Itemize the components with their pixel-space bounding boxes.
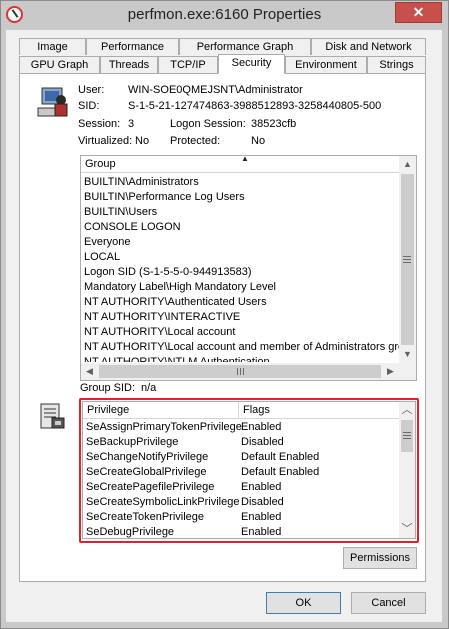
privilege-icon: [38, 402, 68, 432]
logon-session-label: Logon Session:: [170, 118, 246, 130]
group-header-label: Group: [85, 158, 116, 170]
logon-session-value: 38523cfb: [251, 118, 297, 130]
grip-icon: [240, 368, 241, 375]
group-sid-value: n/a: [141, 382, 157, 394]
tab-security[interactable]: Security: [218, 54, 285, 74]
grip-icon: [403, 259, 411, 260]
sort-ascending-icon: ▲: [241, 155, 249, 163]
session-label: Session:: [78, 118, 121, 130]
list-item[interactable]: CONSOLE LOGON: [84, 221, 181, 233]
protected-value: No: [251, 135, 266, 147]
permissions-button[interactable]: Permissions: [343, 547, 417, 569]
list-item[interactable]: Logon SID (S-1-5-5-0-944913583): [84, 266, 252, 278]
tab-disk-and-network[interactable]: Disk and Network: [311, 38, 426, 55]
tab-threads[interactable]: Threads: [100, 56, 158, 73]
list-item[interactable]: NT AUTHORITY\Local account: [84, 326, 235, 338]
window-title: perfmon.exe:6160 Properties: [127, 6, 322, 23]
ok-button[interactable]: OK: [266, 592, 341, 614]
tab-strings[interactable]: Strings: [367, 56, 426, 73]
tab-gpu-graph[interactable]: GPU Graph: [19, 56, 100, 73]
list-item[interactable]: Mandatory Label\High Mandatory Level: [84, 281, 276, 293]
scroll-right-icon[interactable]: ▶: [382, 363, 399, 380]
list-item[interactable]: Everyone: [84, 236, 130, 248]
group-list[interactable]: Group ▲ BUILTIN\Administrators BUILTIN\P…: [80, 155, 417, 381]
tab-performance[interactable]: Performance: [86, 38, 179, 55]
scroll-thumb[interactable]: [401, 174, 414, 345]
tab-environment[interactable]: Environment: [285, 56, 367, 73]
grip-icon: [403, 256, 411, 257]
scroll-thumb-horizontal[interactable]: [99, 365, 381, 378]
sid-value: S-1-5-21-127474863-3988512893-3258440805…: [128, 100, 382, 112]
virtualized-label: Virtualized:: [78, 135, 133, 147]
session-value: 3: [128, 118, 135, 130]
user-value: WIN-SOE0QMEJSNT\Administrator: [128, 84, 303, 96]
cancel-button[interactable]: Cancel: [351, 592, 426, 614]
group-column-header[interactable]: Group: [81, 156, 399, 173]
virtualized-value: No: [135, 135, 150, 147]
list-item[interactable]: BUILTIN\Users: [84, 206, 157, 218]
sid-label: SID:: [78, 100, 100, 112]
protected-label: Protected:: [170, 135, 221, 147]
tab-tcpip[interactable]: TCP/IP: [158, 56, 218, 73]
list-item[interactable]: NT AUTHORITY\NTLM Authentication: [84, 356, 270, 362]
user-icon: [36, 86, 70, 120]
list-item[interactable]: BUILTIN\Administrators: [84, 176, 199, 188]
grip-icon: [403, 262, 411, 263]
scroll-left-icon[interactable]: ◀: [81, 363, 98, 380]
list-item[interactable]: NT AUTHORITY\INTERACTIVE: [84, 311, 240, 323]
scroll-down-icon[interactable]: ▼: [399, 346, 416, 363]
grip-icon: [243, 368, 244, 375]
scroll-up-icon[interactable]: ▲: [399, 156, 416, 173]
grip-icon: [237, 368, 238, 375]
tab-image[interactable]: Image: [19, 38, 86, 55]
group-sid-label: Group SID:: [80, 382, 136, 394]
tab-performance-graph[interactable]: Performance Graph: [179, 38, 311, 55]
user-label: User:: [78, 84, 105, 96]
list-item[interactable]: LOCAL: [84, 251, 120, 263]
list-item[interactable]: NT AUTHORITY\Local account and member of…: [84, 341, 399, 353]
close-button[interactable]: ✕: [395, 2, 442, 23]
list-item[interactable]: BUILTIN\Performance Log Users: [84, 191, 245, 203]
group-horizontal-scrollbar[interactable]: ◀ ▶: [81, 363, 399, 380]
list-item[interactable]: NT AUTHORITY\Authenticated Users: [84, 296, 267, 308]
scroll-corner: [399, 363, 416, 380]
group-vertical-scrollbar[interactable]: ▲ ▼: [399, 156, 416, 363]
title-bar[interactable]: perfmon.exe:6160 Properties ✕: [1, 1, 448, 31]
highlight-frame: [79, 398, 419, 543]
